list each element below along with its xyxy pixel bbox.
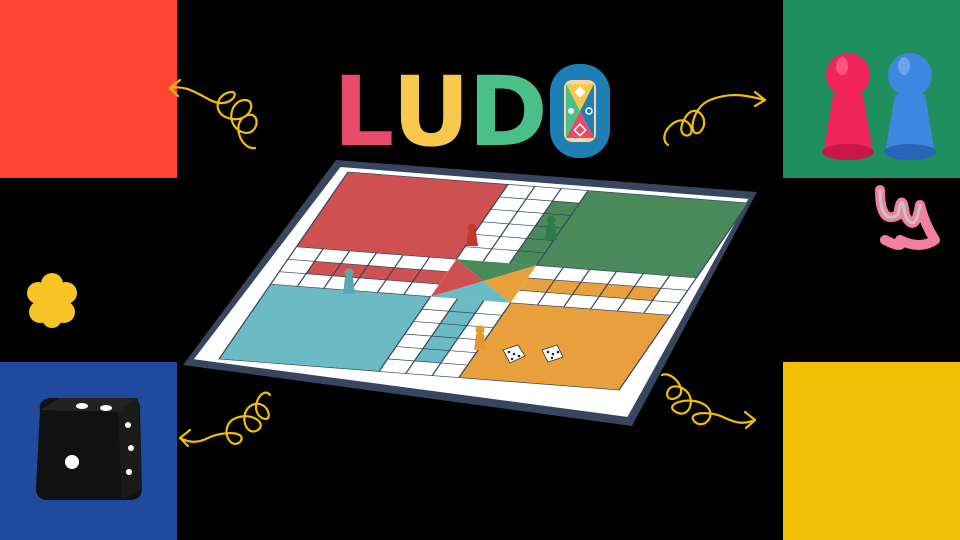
board-pawn-red[interactable]	[466, 223, 478, 247]
arrow-top-left	[168, 86, 258, 150]
blue-pawn-icon	[884, 53, 936, 160]
arrow-bottom-left	[178, 391, 272, 445]
arrow-top-right	[663, 94, 767, 147]
board-pawn-orange[interactable]	[474, 325, 486, 351]
yellow-flower-icon	[27, 273, 77, 328]
red-pawn-icon	[822, 53, 874, 160]
board-pawn-blue[interactable]	[343, 268, 355, 295]
scene-graphics	[27, 53, 940, 500]
board-pawn-green[interactable]	[545, 215, 557, 241]
ludo-board	[183, 160, 757, 426]
pink-squiggle	[875, 185, 940, 250]
black-die-icon	[36, 398, 142, 500]
arrow-bottom-right	[660, 373, 757, 426]
